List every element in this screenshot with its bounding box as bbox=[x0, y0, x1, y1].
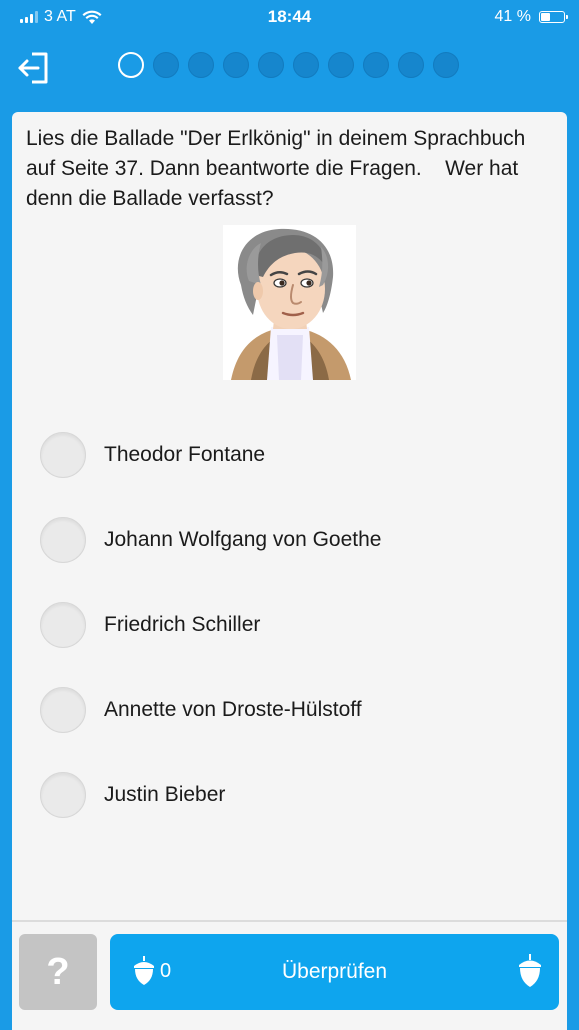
battery-info: 41 % bbox=[494, 8, 568, 26]
answer-label: Friedrich Schiller bbox=[104, 612, 261, 636]
action-bar: ? 0 Überprüfen bbox=[12, 920, 567, 1030]
check-label: Überprüfen bbox=[281, 960, 388, 983]
answer-options: Theodor Fontane Johann Wolfgang von Goet… bbox=[40, 412, 381, 837]
radio-button[interactable] bbox=[40, 516, 86, 563]
progress-dot bbox=[188, 52, 214, 78]
answer-label: Johann Wolfgang von Goethe bbox=[104, 527, 382, 551]
progress-dot bbox=[363, 52, 389, 78]
answer-option[interactable]: Johann Wolfgang von Goethe bbox=[40, 497, 381, 582]
progress-dot bbox=[153, 52, 179, 78]
clock: 18:44 bbox=[267, 7, 312, 26]
battery-level bbox=[541, 13, 550, 21]
answer-option[interactable]: Justin Bieber bbox=[40, 752, 381, 837]
progress-dot-current bbox=[118, 52, 144, 78]
radio-button[interactable] bbox=[40, 686, 86, 733]
help-button[interactable]: ? bbox=[19, 934, 97, 1010]
progress-dot bbox=[398, 52, 424, 78]
battery-icon bbox=[539, 11, 568, 23]
progress-dot bbox=[328, 52, 354, 78]
goethe-portrait-icon bbox=[223, 225, 356, 380]
check-answer-button[interactable]: 0 Überprüfen bbox=[110, 934, 559, 1010]
progress-dot bbox=[433, 52, 459, 78]
radio-button[interactable] bbox=[40, 601, 86, 648]
progress-indicator bbox=[118, 52, 459, 78]
exit-icon bbox=[18, 52, 48, 84]
progress-dot bbox=[258, 52, 284, 78]
exit-button[interactable] bbox=[14, 48, 54, 88]
question-text: Lies die Ballade "Der Erlkönig" in deine… bbox=[26, 127, 532, 210]
acorn-icon bbox=[517, 954, 543, 993]
radio-button[interactable] bbox=[40, 431, 86, 478]
answer-label: Annette von Droste-Hülstoff bbox=[104, 697, 362, 721]
answer-label: Justin Bieber bbox=[104, 782, 226, 806]
answer-option[interactable]: Annette von Droste-Hülstoff bbox=[40, 667, 381, 752]
question-card: Lies die Ballade "Der Erlkönig" in deine… bbox=[12, 112, 567, 1030]
progress-dot bbox=[293, 52, 319, 78]
answer-label: Theodor Fontane bbox=[104, 442, 266, 466]
answer-option[interactable]: Theodor Fontane bbox=[40, 412, 381, 497]
battery-percent: 41 % bbox=[494, 8, 531, 25]
radio-button[interactable] bbox=[40, 771, 86, 818]
status-bar: 3 AT 18:44 41 % bbox=[0, 0, 579, 34]
answer-option[interactable]: Friedrich Schiller bbox=[40, 582, 381, 667]
progress-dot bbox=[223, 52, 249, 78]
